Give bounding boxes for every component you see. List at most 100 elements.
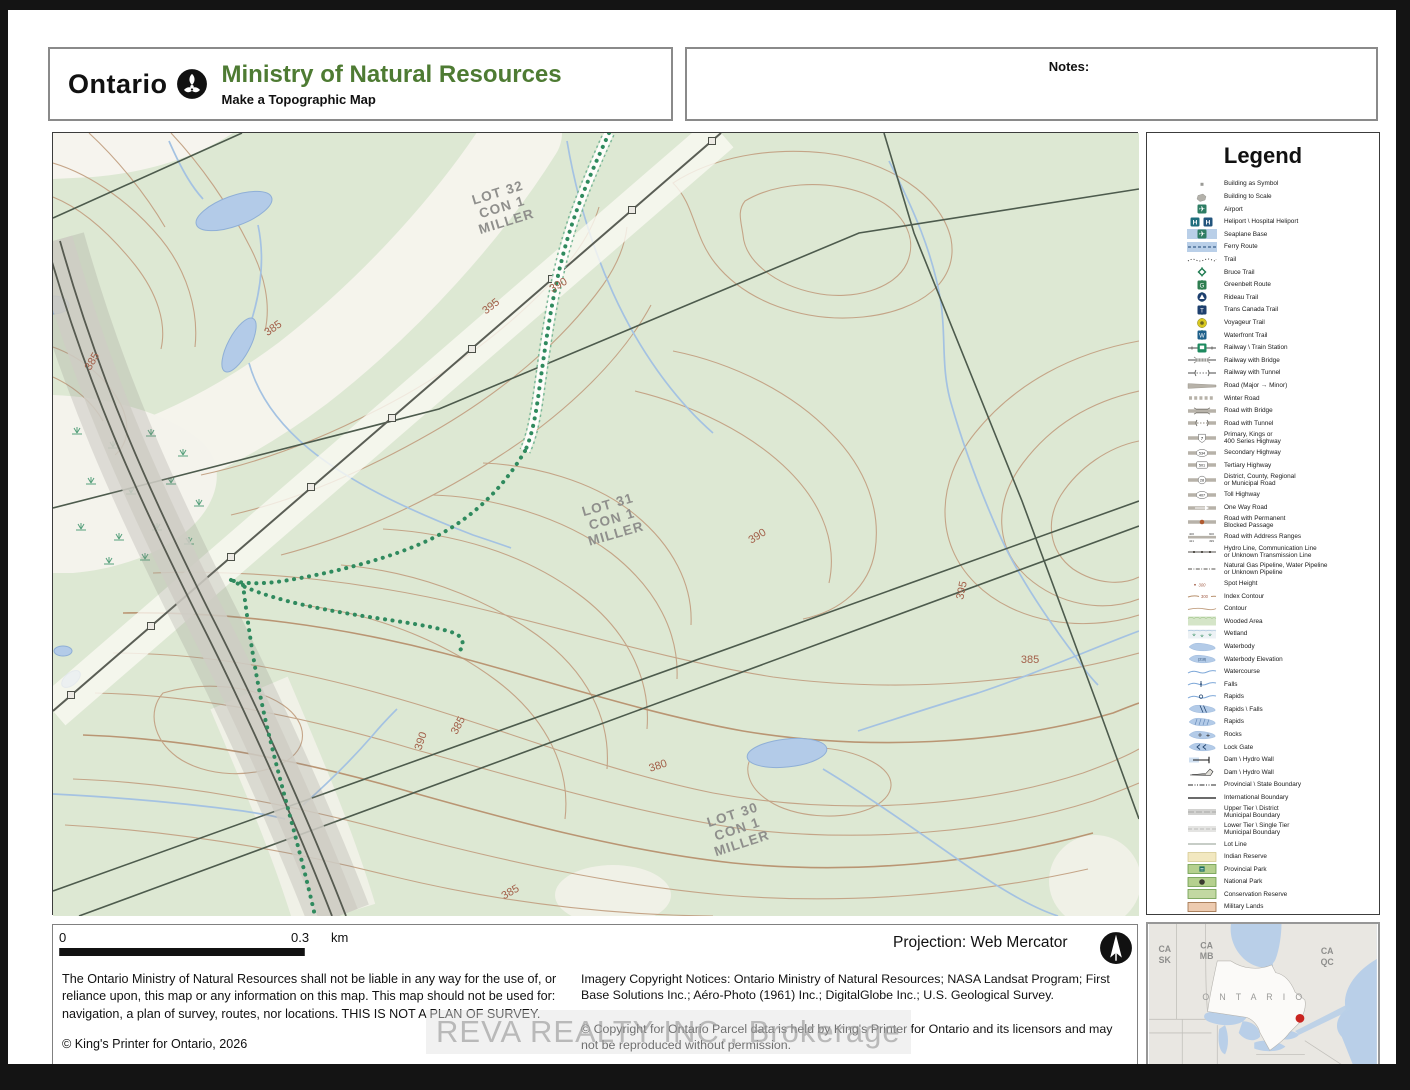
lot-line-icon — [1187, 839, 1217, 849]
provincial-park-icon — [1187, 864, 1217, 874]
legend-item-label: Road (Major → Minor) — [1224, 382, 1374, 389]
legend-item: 300Index Contour — [1187, 591, 1379, 601]
rapids-icon — [1187, 692, 1217, 702]
legend-item-label: Dam \ Hydro Wall — [1224, 756, 1374, 763]
toll-highway-icon: 407 — [1187, 490, 1217, 500]
legend-item-label: Railway with Tunnel — [1224, 369, 1374, 376]
legend-item: Rapids — [1187, 692, 1379, 702]
legend-item: Winter Road — [1187, 393, 1379, 403]
contour-label: 385 — [1021, 654, 1039, 666]
building-scale-icon — [1187, 192, 1217, 202]
legend-item-label: Railway with Bridge — [1224, 357, 1374, 364]
projection-label: Projection: Web Mercator — [893, 934, 1068, 952]
legend-item-label: Trail — [1224, 256, 1374, 263]
military-lands-icon — [1187, 902, 1217, 912]
one-way-road-icon — [1187, 503, 1217, 513]
minimap-label: QC — [1321, 957, 1335, 967]
legend-item-label: Tertiary Highway — [1224, 462, 1374, 469]
legend-item-label: Railway \ Train Station — [1224, 344, 1374, 351]
legend-item: Lot Line — [1187, 839, 1379, 849]
legend-item-label: Falls — [1224, 681, 1374, 688]
legend-item-label: Ferry Route — [1224, 243, 1374, 250]
notes-box[interactable]: Notes: — [685, 47, 1378, 121]
legend-item: (318)Waterbody Elevation — [1187, 654, 1379, 664]
locator-minimap: CASKCAMBCAQCO N T A R I O — [1146, 922, 1380, 1068]
page-title: Ministry of Natural Resources — [222, 61, 562, 89]
dam-wall-2-icon — [1187, 767, 1217, 777]
bruce-trail-icon — [1187, 267, 1217, 277]
legend-item-label: Voyageur Trail — [1224, 319, 1374, 326]
svg-text:H: H — [1193, 219, 1198, 226]
svg-text:400: 400 — [1189, 532, 1194, 536]
svg-text:G: G — [1200, 283, 1205, 289]
legend-item: Building as Symbol — [1187, 179, 1379, 189]
legend-item-label: Conservation Reserve — [1224, 891, 1374, 898]
heliport-icon: HH — [1187, 217, 1217, 227]
legend-item-label: Building as Symbol — [1224, 180, 1374, 187]
legend-item: Railway with Tunnel — [1187, 368, 1379, 378]
minimap-canvas: CASKCAMBCAQCO N T A R I O — [1148, 924, 1378, 1066]
legend-item: Military Lands — [1187, 902, 1379, 912]
legend-item: Railway with Bridge — [1187, 355, 1379, 365]
legend-item-label: Trans Canada Trail — [1224, 306, 1374, 313]
lock-gate-icon — [1187, 742, 1217, 752]
ontario-logo: Ontario — [68, 68, 208, 100]
legend-item-label: Rocks — [1224, 731, 1374, 738]
legend-item-label: Primary, Kings or 400 Series Highway — [1224, 431, 1374, 445]
svg-text:407: 407 — [1199, 493, 1205, 497]
legend-item-label: Military Lands — [1224, 903, 1374, 910]
legend-item-label: National Park — [1224, 878, 1374, 885]
north-arrow-icon — [1099, 931, 1133, 965]
road-major-minor-icon — [1187, 381, 1217, 391]
railway-train-station-icon — [1187, 343, 1217, 353]
road-tunnel-icon — [1187, 418, 1217, 428]
svg-text:✈: ✈ — [1199, 205, 1206, 214]
minimap-label: CA — [1321, 946, 1334, 956]
legend-item-label: Lower Tier \ Single Tier Municipal Bound… — [1224, 822, 1374, 836]
minimap-label: CA — [1200, 940, 1213, 950]
svg-text:✈: ✈ — [1199, 230, 1206, 239]
lower-tier-boundary-icon — [1187, 824, 1217, 834]
legend-item: Rideau Trail — [1187, 292, 1379, 302]
legend-item: Ferry Route — [1187, 242, 1379, 252]
spot-height-icon: 300 — [1187, 579, 1217, 589]
legend-item: Provincial Park — [1187, 864, 1379, 874]
legend-item: Trail — [1187, 255, 1379, 265]
notes-label: Notes: — [687, 59, 1376, 74]
rocks-icon — [1187, 730, 1217, 740]
legend-item: Dam \ Hydro Wall — [1187, 767, 1379, 777]
legend-item-label: Airport — [1224, 206, 1374, 213]
legend-item-label: Winter Road — [1224, 395, 1374, 402]
legend-item: Road with Tunnel — [1187, 418, 1379, 428]
legend-item-label: International Boundary — [1224, 794, 1374, 801]
svg-text:499: 499 — [1209, 539, 1214, 542]
legend-item: Rocks — [1187, 730, 1379, 740]
legend-item-label: Waterbody Elevation — [1224, 656, 1374, 663]
conservation-reserve-icon — [1187, 889, 1217, 899]
legend-item-label: Upper Tier \ District Municipal Boundary — [1224, 805, 1374, 819]
legend-item: Rapids \ Falls — [1187, 704, 1379, 714]
provincial-state-boundary-icon — [1187, 780, 1217, 790]
legend-panel: Legend Building as SymbolBuilding to Sca… — [1146, 132, 1380, 915]
svg-text:W: W — [1199, 334, 1205, 340]
legend-item-label: Lock Gate — [1224, 744, 1374, 751]
legend-item: Rapids — [1187, 717, 1379, 727]
wetland-icon — [1187, 629, 1217, 639]
legend-item: Conservation Reserve — [1187, 889, 1379, 899]
secondary-highway-icon: 534 — [1187, 448, 1217, 458]
legend-item-label: Watercourse — [1224, 668, 1374, 675]
ferry-route-icon — [1187, 242, 1217, 252]
legend-item-label: Rideau Trail — [1224, 294, 1374, 301]
legend-item: ✈Seaplane Base — [1187, 229, 1379, 239]
legend-item: 534Secondary Highway — [1187, 448, 1379, 458]
svg-text:300: 300 — [1199, 582, 1207, 587]
road-bridge-icon — [1187, 406, 1217, 416]
legend-item-label: One Way Road — [1224, 504, 1374, 511]
rapids-hatch-icon — [1187, 717, 1217, 727]
hydro-line-icon — [1187, 547, 1217, 557]
svg-text:T: T — [1200, 308, 1204, 314]
legend-item-label: Spot Height — [1224, 580, 1374, 587]
primary-highway-icon: 7 — [1187, 433, 1217, 443]
legend-item: 400900421499Road with Address Ranges — [1187, 532, 1379, 542]
svg-text:28: 28 — [1200, 479, 1204, 483]
